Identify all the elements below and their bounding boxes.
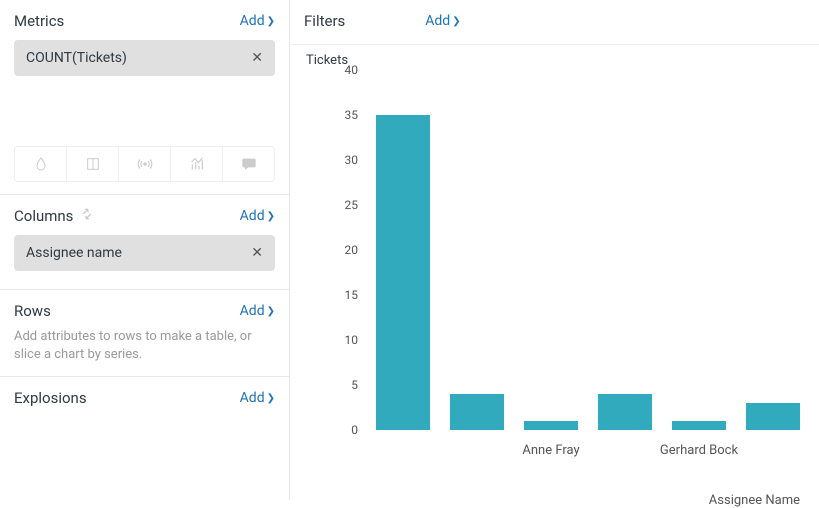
filters-bar: Filters Add ❯: [290, 0, 819, 45]
y-tick: 20: [328, 243, 358, 257]
close-icon[interactable]: ✕: [251, 246, 263, 260]
metric-pill-label: COUNT(Tickets): [26, 50, 127, 66]
filters-add-button[interactable]: Add ❯: [425, 13, 460, 29]
metric-pill[interactable]: COUNT(Tickets) ✕: [14, 40, 275, 76]
bar[interactable]: [376, 115, 429, 430]
column-pill-label: Assignee name: [26, 245, 122, 261]
bar[interactable]: [450, 394, 503, 430]
bar[interactable]: [524, 421, 577, 430]
y-tick: 5: [328, 378, 358, 392]
rows-title: Rows: [14, 302, 51, 320]
bars-area: [366, 70, 810, 430]
metrics-add-button[interactable]: Add ❯: [240, 13, 275, 29]
rows-section: Rows Add ❯ Add attributes to rows to mak…: [0, 290, 289, 377]
main-panel: Filters Add ❯ Tickets 0 5 10 15 20 25 30 35 40 An…: [290, 0, 819, 500]
x-tick-label: Gerhard Bock: [660, 443, 738, 458]
close-icon[interactable]: ✕: [251, 51, 263, 65]
rows-add-button[interactable]: Add ❯: [240, 303, 275, 319]
bar-chart: 0510152025303540Anne FrayGerhard Bock: [310, 70, 810, 450]
chevron-right-icon: ❯: [452, 16, 460, 27]
y-tick: 25: [328, 198, 358, 212]
chart-title: Tickets: [306, 53, 810, 68]
filters-title: Filters: [304, 12, 345, 30]
explosions-title: Explosions: [14, 389, 87, 407]
bar[interactable]: [672, 421, 725, 430]
bar[interactable]: [746, 403, 799, 430]
chart-icon[interactable]: [171, 146, 223, 182]
columns-add-button[interactable]: Add ❯: [240, 208, 275, 224]
y-tick: 0: [328, 423, 358, 437]
chevron-right-icon: ❯: [267, 211, 275, 222]
y-tick: 35: [328, 108, 358, 122]
chart-wrap: Tickets 0 5 10 15 20 25 30 35 40 Anne Fray Gerhard…: [290, 45, 819, 500]
rows-hint: Add attributes to rows to make a table, …: [14, 328, 275, 364]
broadcast-icon[interactable]: [119, 146, 171, 182]
column-pill[interactable]: Assignee name ✕: [14, 235, 275, 271]
y-tick: 10: [328, 333, 358, 347]
columns-title: Columns: [14, 207, 73, 225]
chevron-right-icon: ❯: [267, 306, 275, 317]
metrics-title: Metrics: [14, 12, 64, 30]
comment-icon[interactable]: [223, 146, 275, 182]
x-tick-label: Anne Fray: [522, 443, 579, 458]
columns-icon[interactable]: [67, 146, 119, 182]
explosions-section: Explosions Add ❯: [0, 377, 289, 419]
metrics-section: Metrics Add ❯ COUNT(Tickets) ✕: [0, 0, 289, 195]
chevron-right-icon: ❯: [267, 393, 275, 404]
x-axis-label: Assignee Name: [709, 493, 800, 508]
columns-section: Columns Add ❯ Assignee name ✕: [0, 195, 289, 290]
bar[interactable]: [598, 394, 651, 430]
viz-type-row: [14, 146, 275, 182]
config-sidebar: Metrics Add ❯ COUNT(Tickets) ✕: [0, 0, 290, 500]
y-tick: 40: [328, 63, 358, 77]
y-tick: 30: [328, 153, 358, 167]
droplet-icon[interactable]: [14, 146, 67, 182]
explosions-add-button[interactable]: Add ❯: [240, 390, 275, 406]
swap-icon[interactable]: [79, 207, 95, 225]
y-tick: 15: [328, 288, 358, 302]
chevron-right-icon: ❯: [267, 16, 275, 27]
